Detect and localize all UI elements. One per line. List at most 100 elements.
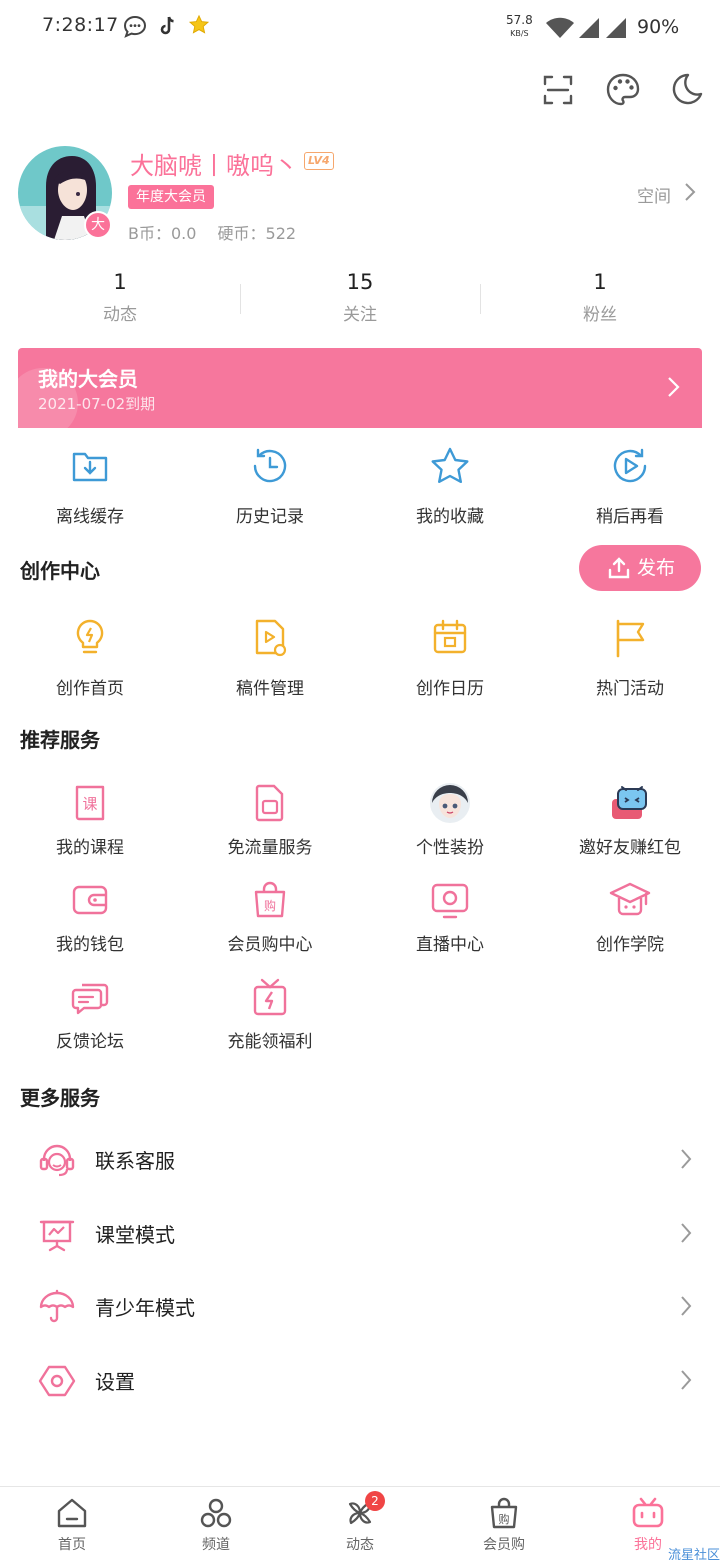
upload-icon [608,557,630,579]
chevron-right-icon [668,377,680,397]
tv-icon [632,1497,664,1528]
quick-label: 离线缓存 [56,507,124,527]
wallet-icon [72,885,108,915]
service-label: 充能领福利 [227,1032,313,1052]
creation-label: 创作日历 [416,679,484,699]
nav-dynamic[interactable]: 2 动态 [288,1487,432,1560]
shop-bag-icon: 购 [490,1497,518,1529]
service-member-shop[interactable]: 购 会员购中心 [180,878,360,975]
video-file-icon [255,619,287,657]
more-item-teen-mode[interactable]: 青少年模式 [0,1276,720,1336]
stat-divider [480,284,481,314]
svg-text:课: 课 [82,795,97,813]
more-item-settings[interactable]: 设置 [0,1350,720,1410]
service-wallet[interactable]: 我的钱包 [0,878,180,975]
creation-label: 稿件管理 [236,679,304,699]
nav-channels[interactable]: 频道 [144,1487,288,1560]
space-link[interactable]: 空间 [637,182,696,207]
service-label: 个性装扮 [416,838,484,858]
lightbulb-icon [76,619,104,654]
vip-banner[interactable]: 我的大会员 2021-07-02到期 [18,348,702,428]
creation-events[interactable]: 热门活动 [540,616,720,699]
vip-tag[interactable]: 年度大会员 [128,185,214,209]
stats-row: 1 动态 15 关注 1 粉丝 [0,270,720,334]
stat-followers[interactable]: 1 粉丝 [480,270,720,334]
scan-icon[interactable] [538,70,578,110]
sim-card-icon [255,784,284,822]
nav-label: 会员购 [483,1537,525,1553]
status-bar: 7:28:17 57.8 KB/S 90% [0,0,720,56]
service-invite[interactable]: 邀好友赚红包 [540,781,720,878]
headset-icon [39,1144,75,1177]
creation-manage[interactable]: 稿件管理 [180,616,360,699]
service-my-course[interactable]: 课 我的课程 [0,781,180,878]
username[interactable]: 大脑唬丨嗷呜丶 [130,146,298,181]
publish-button[interactable]: 发布 [579,545,701,591]
service-label: 反馈论坛 [56,1032,124,1052]
status-time: 7:28:17 [42,14,119,36]
nav-label: 动态 [346,1537,374,1553]
network-speed: 57.8 KB/S [506,13,533,39]
night-mode-moon-icon[interactable] [666,70,706,110]
course-book-icon: 课 [75,785,105,821]
signal-icon [579,18,599,38]
settings-hexagon-icon [38,1365,76,1397]
quick-offline-cache[interactable]: 离线缓存 [0,444,180,527]
wifi-icon [546,17,574,38]
more-label: 课堂模式 [95,1223,175,1247]
creation-home[interactable]: 创作首页 [0,616,180,699]
publish-label: 发布 [637,557,676,579]
service-decor[interactable]: 个性装扮 [360,781,540,878]
chevron-right-icon [681,1223,692,1243]
favorite-star-icon [188,14,210,34]
theme-palette-icon[interactable] [603,70,643,110]
avatar-vip-badge: 大 [84,211,112,239]
recommend-items: 课 我的课程 免流量服务 个性装扮 邀好友赚红包 我的钱包 购 会员购中心 直播… [0,781,720,1072]
quick-favorites[interactable]: 我的收藏 [360,444,540,527]
vip-expiry-date: 2021-07-02到期 [38,395,156,413]
more-label: 设置 [95,1370,135,1394]
quick-watch-later[interactable]: 稍后再看 [540,444,720,527]
service-charge-welfare[interactable]: 充能领福利 [180,975,360,1072]
nav-member-shop[interactable]: 购 会员购 [432,1487,576,1560]
shopping-bag-icon: 购 [254,881,286,918]
more-item-classroom-mode[interactable]: 课堂模式 [0,1203,720,1263]
download-folder-icon [72,452,108,482]
stat-divider [240,284,241,314]
service-label: 创作学院 [596,935,664,955]
play-later-icon [613,448,647,483]
creation-label: 热门活动 [596,679,664,699]
more-item-customer-service[interactable]: 联系客服 [0,1129,720,1189]
history-clock-icon [253,448,287,483]
quick-history[interactable]: 历史记录 [180,444,360,527]
service-free-data[interactable]: 免流量服务 [180,781,360,878]
gift-bolt-icon [253,978,287,1016]
stat-num: 1 [593,270,607,294]
graduation-cap-icon [609,882,651,916]
chat-bubble-icon [71,983,109,1015]
signal-2-icon [606,18,626,38]
watermark: 流星社区 [668,1548,720,1560]
service-academy[interactable]: 创作学院 [540,878,720,975]
live-tv-icon [431,883,469,919]
stat-num: 1 [113,270,127,294]
stat-following[interactable]: 15 关注 [240,270,480,334]
flag-icon [616,619,645,658]
svg-text:购: 购 [264,898,276,913]
svg-text:购: 购 [499,1512,510,1526]
vip-banner-title: 我的大会员 [38,367,138,391]
service-live[interactable]: 直播中心 [360,878,540,975]
stat-label: 关注 [343,305,377,325]
message-icon [123,15,147,38]
stat-label: 动态 [103,305,137,325]
creation-items: 创作首页 稿件管理 创作日历 热门活动 [0,616,720,699]
service-label: 我的钱包 [56,935,124,955]
nav-home[interactable]: 首页 [0,1487,144,1560]
quick-label: 稍后再看 [596,507,664,527]
creation-calendar[interactable]: 创作日历 [360,616,540,699]
level-badge: LV4 [304,152,334,170]
more-label: 联系客服 [95,1149,175,1173]
stat-label: 粉丝 [583,305,617,325]
stat-posts[interactable]: 1 动态 [0,270,240,334]
service-feedback[interactable]: 反馈论坛 [0,975,180,1072]
